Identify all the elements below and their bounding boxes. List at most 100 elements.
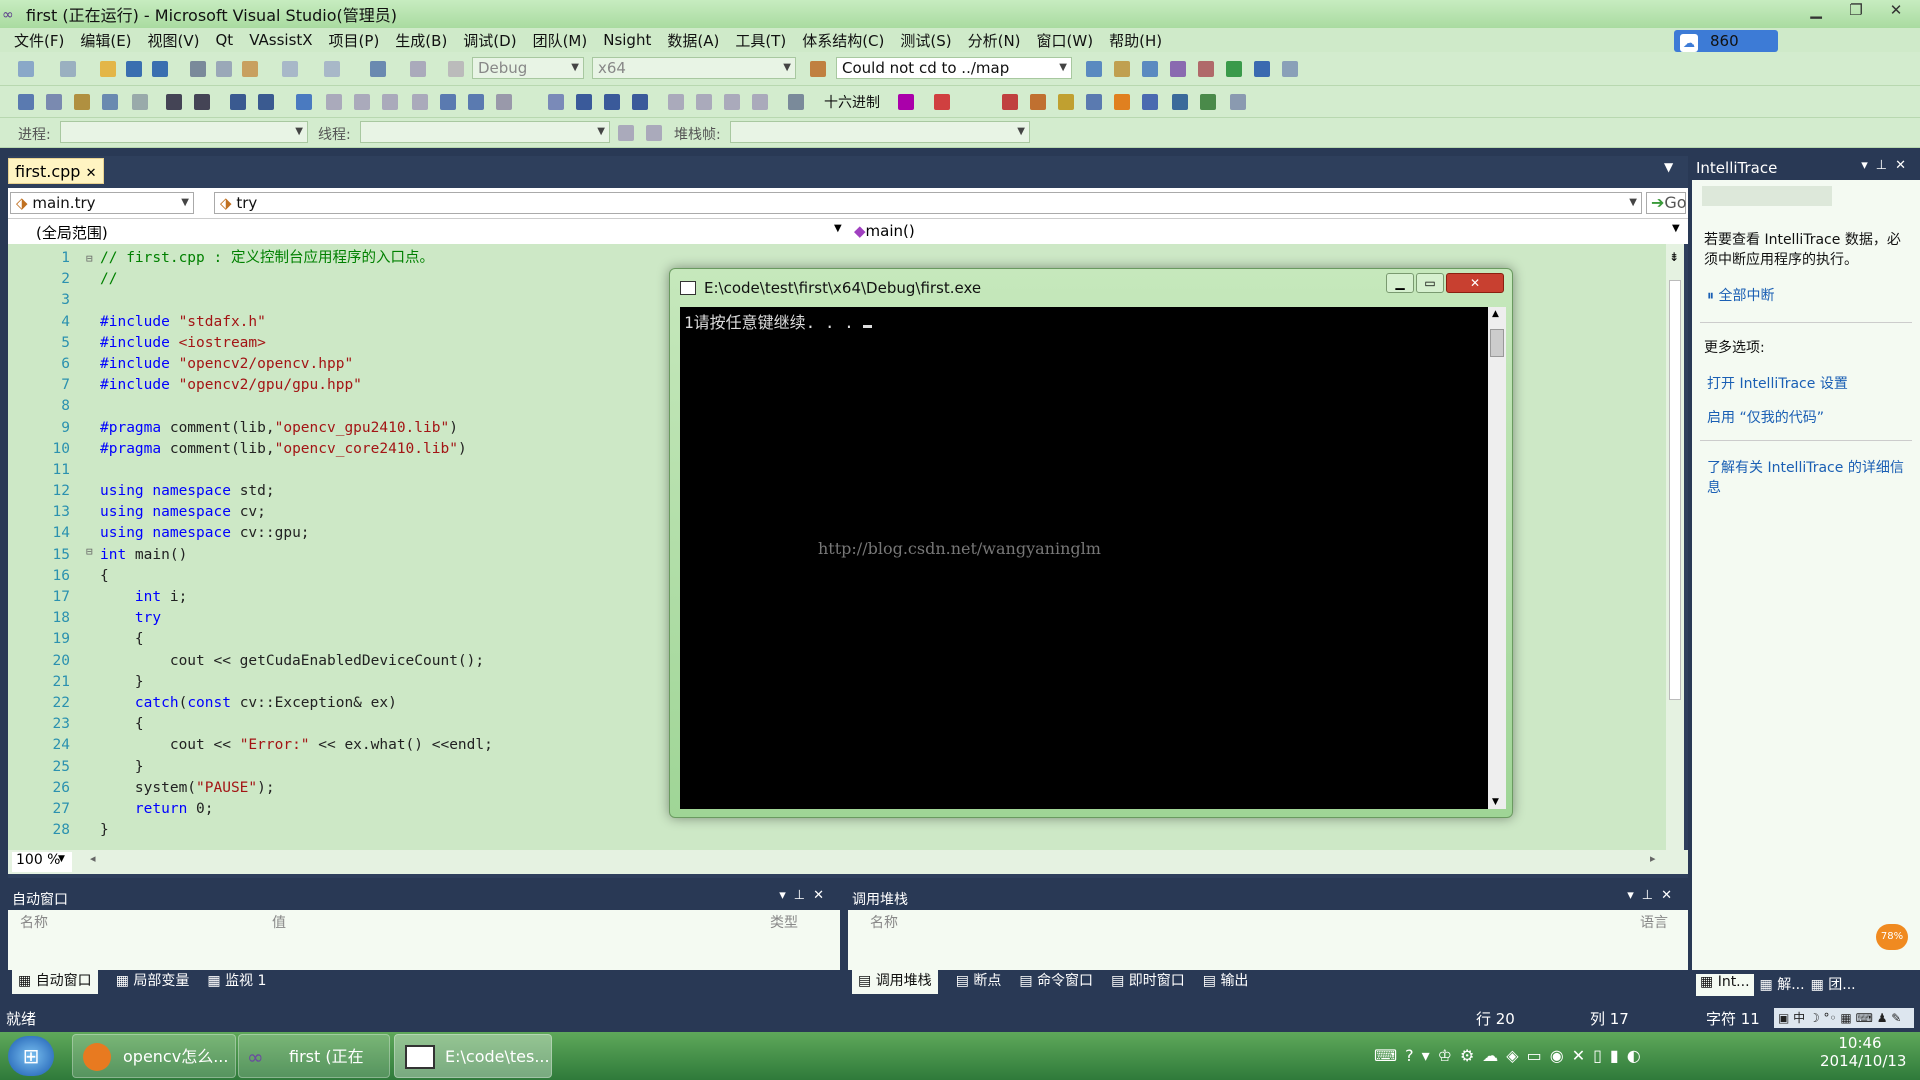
- flag-thread-icon[interactable]: [618, 125, 634, 141]
- bookmark-icon[interactable]: [74, 94, 90, 110]
- find-combo[interactable]: Could not cd to ../map ▼: [836, 57, 1072, 79]
- column-language[interactable]: 语言: [1640, 910, 1668, 936]
- continue-icon[interactable]: [548, 94, 564, 110]
- extension-icon[interactable]: [1226, 61, 1242, 77]
- open-settings-link[interactable]: 打开 IntelliTrace 设置: [1707, 374, 1907, 394]
- comment-icon[interactable]: [230, 94, 246, 110]
- save-all-icon[interactable]: [152, 61, 168, 77]
- decrease-indent-icon[interactable]: [166, 94, 182, 110]
- menu-view[interactable]: 视图(V): [140, 30, 208, 51]
- solution-explorer-icon[interactable]: [1086, 61, 1102, 77]
- tab-first-cpp[interactable]: first.cpp ✕: [8, 158, 104, 184]
- member-dropdown[interactable]: ◆main(): [854, 222, 915, 240]
- column-type[interactable]: 类型: [770, 910, 798, 936]
- console-minimize-button[interactable]: ▁: [1386, 273, 1414, 293]
- redo-icon[interactable]: [324, 61, 340, 77]
- console-scrollbar-thumb[interactable]: [1490, 329, 1504, 357]
- tab-locals[interactable]: ▦ 局部变量: [116, 970, 190, 994]
- nsight-start-icon[interactable]: [1030, 94, 1046, 110]
- next-bookmark-icon[interactable]: [354, 94, 370, 110]
- close-tab-icon[interactable]: ✕: [86, 166, 97, 181]
- menu-file[interactable]: 文件(F): [6, 30, 72, 51]
- paste-icon[interactable]: [242, 61, 258, 77]
- console-window[interactable]: E:\code\test\first\x64\Debug\first.exe ▁…: [669, 268, 1513, 818]
- menu-edit[interactable]: 编辑(E): [72, 30, 139, 51]
- nsight-memory-icon[interactable]: [1200, 94, 1216, 110]
- breakpoints-icon[interactable]: [898, 94, 914, 110]
- column-name[interactable]: 名称: [870, 910, 898, 936]
- find-options-icon[interactable]: [496, 94, 512, 110]
- network-speed-badge[interactable]: ☁860 KB/s: [1674, 30, 1778, 73]
- properties-icon[interactable]: [1114, 61, 1130, 77]
- outline-collapse-icon[interactable]: ⊟: [86, 252, 93, 265]
- menu-team[interactable]: 团队(M): [525, 30, 596, 51]
- nsight-find-icon[interactable]: [1086, 94, 1102, 110]
- thread-dropdown[interactable]: ▼: [360, 121, 610, 143]
- find-in-files-icon[interactable]: [810, 61, 826, 77]
- chevron-down-icon[interactable]: ▼: [834, 223, 842, 234]
- tab-call-stack[interactable]: ▤ 调用堆栈: [852, 970, 938, 994]
- menu-project[interactable]: 项目(P): [321, 30, 388, 51]
- font-icon[interactable]: [102, 94, 118, 110]
- hex-display-toggle[interactable]: 十六进制: [824, 92, 880, 112]
- nsight-graph-icon[interactable]: [1142, 94, 1158, 110]
- step-over-icon[interactable]: [696, 94, 712, 110]
- editor-vertical-scrollbar[interactable]: ⇟: [1666, 244, 1684, 850]
- definition-dropdown[interactable]: ⬗ try ▼: [214, 192, 1642, 214]
- scrollbar-thumb[interactable]: [1669, 280, 1681, 700]
- menu-vassistx[interactable]: VAssistX: [241, 31, 320, 49]
- restart-icon[interactable]: [632, 94, 648, 110]
- nsight-options-icon[interactable]: [1230, 94, 1246, 110]
- restore-button[interactable]: ❐: [1838, 0, 1874, 20]
- flag-all-icon[interactable]: [646, 125, 662, 141]
- scroll-left-icon[interactable]: ◂: [90, 852, 96, 865]
- nsight-trace-icon[interactable]: [1058, 94, 1074, 110]
- scroll-up-icon[interactable]: ▲: [1492, 309, 1499, 319]
- navigate-backward-icon[interactable]: [370, 61, 386, 77]
- panel-controls-icon[interactable]: ▾⊥✕: [1861, 158, 1914, 173]
- panel-controls-icon[interactable]: ▾⊥✕: [1627, 888, 1680, 903]
- class-view-icon[interactable]: [18, 94, 34, 110]
- bookmark-next-icon[interactable]: [412, 94, 428, 110]
- split-icon[interactable]: ⇟: [1669, 250, 1679, 264]
- taskbar-item-console[interactable]: E:\code\tes...: [394, 1034, 552, 1078]
- object-browser-icon[interactable]: [1142, 61, 1158, 77]
- nsight-icon[interactable]: [1002, 94, 1018, 110]
- console-vertical-scrollbar[interactable]: ▲ ▼: [1488, 307, 1506, 809]
- context-dropdown[interactable]: ⬗ main.try ▼: [10, 192, 194, 214]
- show-next-statement-icon[interactable]: [752, 94, 768, 110]
- menu-build[interactable]: 生成(B): [387, 30, 455, 51]
- ime-toolbar[interactable]: ▣ 中 ☽ °◦ ▦ ⌨ ♟ ✎: [1774, 1008, 1914, 1028]
- tab-breakpoints[interactable]: ▤ 断点: [956, 970, 1002, 994]
- undo-icon[interactable]: [282, 61, 298, 77]
- tools-icon[interactable]: [1198, 61, 1214, 77]
- clear-bookmarks-icon[interactable]: [440, 94, 456, 110]
- column-value[interactable]: 值: [272, 910, 286, 936]
- tab-list-dropdown-icon[interactable]: ▼: [1664, 160, 1673, 174]
- console-close-button[interactable]: ✕: [1446, 273, 1504, 293]
- team-explorer-icon[interactable]: [1254, 61, 1270, 77]
- stack-frame-dropdown[interactable]: ▼: [730, 121, 1030, 143]
- navigate-forward-icon[interactable]: [410, 61, 426, 77]
- menu-qt[interactable]: Qt: [208, 31, 242, 49]
- previous-bookmark-icon[interactable]: [326, 94, 342, 110]
- scope-dropdown[interactable]: (全局范围): [36, 222, 108, 243]
- start-button-icon[interactable]: ⊞: [8, 1036, 54, 1076]
- system-tray-icons[interactable]: ⌨?▾♔⚙☁◈▭◉✕▯▮◐: [1374, 1046, 1649, 1065]
- toolbox-icon[interactable]: [1170, 61, 1186, 77]
- taskbar-item-visual-studio[interactable]: ∞ first (正在运...: [238, 1034, 390, 1078]
- list-members-icon[interactable]: [132, 94, 148, 110]
- go-button[interactable]: ➔Go: [1646, 192, 1687, 214]
- menu-data[interactable]: 数据(A): [659, 30, 727, 51]
- increase-indent-icon[interactable]: [194, 94, 210, 110]
- window-layout-icon[interactable]: [1282, 61, 1298, 77]
- tab-command-window[interactable]: ▤ 命令窗口: [1019, 970, 1093, 994]
- output-icon[interactable]: [934, 94, 950, 110]
- tab-solution-explorer[interactable]: ▦ 解...: [1760, 974, 1805, 996]
- solution-config-dropdown[interactable]: Debug ▼: [472, 57, 584, 79]
- tab-intellitrace[interactable]: ▦ Int...: [1696, 974, 1754, 996]
- console-maximize-button[interactable]: ▭: [1416, 273, 1444, 293]
- process-dropdown[interactable]: ▼: [60, 121, 308, 143]
- scroll-right-icon[interactable]: ▸: [1650, 852, 1656, 865]
- platform-dropdown[interactable]: x64 ▼: [592, 57, 796, 79]
